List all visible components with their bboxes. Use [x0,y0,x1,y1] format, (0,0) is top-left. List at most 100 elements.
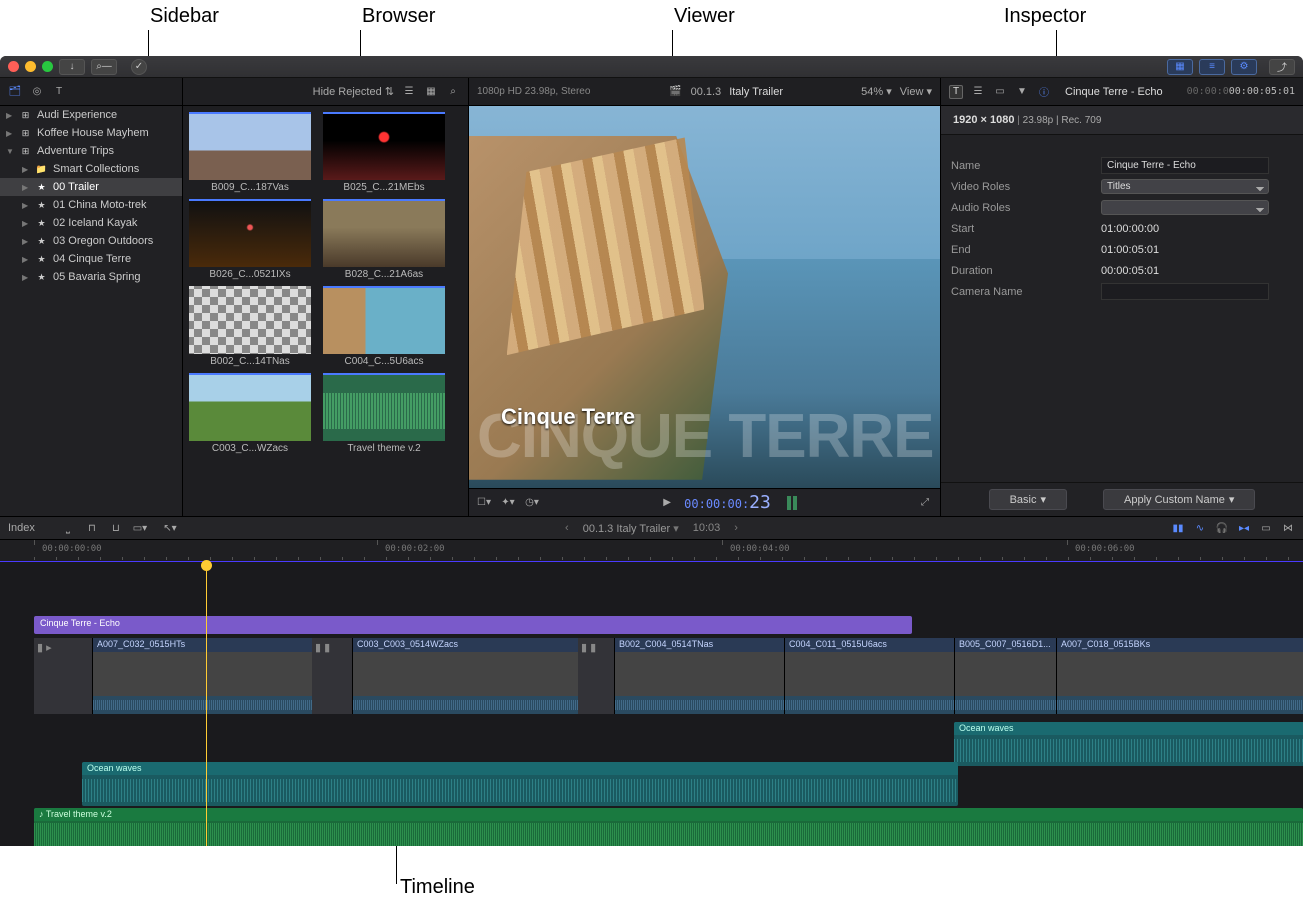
disclosure-icon[interactable]: ▶ [22,255,30,264]
video-roles-select[interactable]: Titles [1101,179,1269,194]
video-clip[interactable]: A007_C018_0515BKs [1056,638,1303,714]
clip-thumbnail[interactable] [189,199,311,267]
search-icon[interactable]: ⌕ [446,85,460,99]
sidebar-item-koffee-house-mayhem[interactable]: ▶⊞Koffee House Mayhem [0,124,182,142]
show-browser-button[interactable]: ▦ [1167,59,1193,75]
browser-clip[interactable]: B009_C...187Vas [189,112,311,193]
video-clip[interactable]: C003_C003_0514WZacs [352,638,578,714]
video-clip[interactable]: A007_C032_0515HTs [92,638,312,714]
tool-menu[interactable]: ↖▾ [163,521,177,535]
share-button[interactable]: ⤴ [1269,59,1295,75]
clip-thumbnail[interactable] [189,112,311,180]
sidebar-item-03-oregon-outdoors[interactable]: ▶★03 Oregon Outdoors [0,232,182,250]
audio-clip-ocean-2[interactable]: Ocean waves [82,762,958,806]
viewer-timecode[interactable]: 00:00:00:23 [684,492,771,513]
filter-menu[interactable]: Hide Rejected ⇅ [313,85,394,98]
index-button[interactable]: Index [8,522,35,534]
clip-appearance-button[interactable]: ☰ [402,85,416,99]
share-inspector-icon[interactable]: ▼ [1015,85,1029,99]
disclosure-icon[interactable]: ▶ [6,111,14,120]
show-inspector-button[interactable]: ⚙ [1231,59,1257,75]
close-window-button[interactable] [8,61,19,72]
clip-thumbnail[interactable] [323,199,445,267]
disclosure-icon[interactable]: ▶ [6,129,14,138]
clip-thumbnail[interactable] [189,286,311,354]
audio-roles-select[interactable] [1101,200,1269,215]
sidebar-item-02-iceland-kayak[interactable]: ▶★02 Iceland Kayak [0,214,182,232]
timeline-ruler[interactable]: 00:00:00:0000:00:02:0000:00:04:0000:00:0… [0,540,1303,562]
effects-button[interactable]: ▭ [1259,521,1273,535]
name-input[interactable] [1101,157,1269,174]
browser-clip[interactable]: C003_C...WZacs [189,373,311,454]
disclosure-icon[interactable]: ▶ [22,201,30,210]
info-inspector-icon[interactable]: ⓘ [1037,85,1051,99]
disclosure-icon[interactable]: ▶ [22,165,30,174]
gap-clip[interactable]: ▮ ▸ [34,638,92,714]
audio-skimming-button[interactable]: ∿ [1193,521,1207,535]
keyword-button[interactable]: ⌕— [91,59,117,75]
view-menu[interactable]: View ▾ [900,85,932,98]
sidebar-item-00-trailer[interactable]: ▶★00 Trailer [0,178,182,196]
browser-clip[interactable]: B028_C...21A6as [323,199,445,280]
audio-clip-ocean-1[interactable]: Ocean waves [954,722,1303,766]
disclosure-icon[interactable]: ▶ [22,237,30,246]
clip-thumbnail[interactable] [189,373,311,441]
video-clip[interactable]: C004_C011_0515U6acs [784,638,954,714]
disclosure-icon[interactable]: ▼ [6,147,14,156]
skimming-button[interactable]: ▮▮ [1171,521,1185,535]
minimize-window-button[interactable] [25,61,36,72]
clip-thumbnail[interactable] [323,286,445,354]
sidebar-item-adventure-trips[interactable]: ▼⊞Adventure Trips [0,142,182,160]
transform-menu[interactable]: ☐▾ [477,496,491,510]
browser-clip[interactable]: Travel theme v.2 [323,373,445,454]
browser-clip[interactable]: B026_C...0521IXs [189,199,311,280]
clip-thumbnail[interactable] [323,373,445,441]
viewer-canvas[interactable]: CINQUE TERRE Cinque Terre [469,106,940,488]
timeline[interactable]: 00:00:00:0000:00:02:0000:00:04:0000:00:0… [0,540,1303,846]
snapping-button[interactable]: ▸◂ [1237,521,1251,535]
timeline-title[interactable]: ‹ 00.1.3 Italy Trailer ▾ 10:03 › [565,522,738,535]
browser-clip[interactable]: C004_C...5U6acs [323,286,445,367]
import-button[interactable]: ↓ [59,59,85,75]
browser-clip[interactable]: B002_C...14TNas [189,286,311,367]
text-inspector-icon[interactable]: T [949,85,963,99]
titles-icon[interactable]: T [52,85,66,99]
transitions-button[interactable]: ⋈ [1281,521,1295,535]
library-icon[interactable]: 🗂 [8,85,22,99]
gap-clip[interactable]: ▮ ▮ [578,638,614,714]
show-timeline-button[interactable]: ≡ [1199,59,1225,75]
title-clip[interactable]: Cinque Terre - Echo [34,616,912,634]
metadata-view-menu[interactable]: Basic ▾ [989,489,1067,510]
zoom-menu[interactable]: 54% ▾ [861,85,892,98]
music-clip[interactable]: ♪ Travel theme v.2 [34,808,1303,846]
retime-menu[interactable]: ◷▾ [525,496,539,510]
video-clip[interactable]: B002_C004_0514TNas [614,638,784,714]
disclosure-icon[interactable]: ▶ [22,183,30,192]
sidebar-item-audi-experience[interactable]: ▶⊞Audi Experience [0,106,182,124]
sidebar-item-04-cinque-terre[interactable]: ▶★04 Cinque Terre [0,250,182,268]
disclosure-icon[interactable]: ▶ [22,273,30,282]
solo-button[interactable]: 🎧 [1215,521,1229,535]
connect-clip-button[interactable]: ⎵ [61,521,75,535]
clip-thumbnail[interactable] [323,112,445,180]
sidebar-item-01-china-moto-trek[interactable]: ▶★01 China Moto-trek [0,196,182,214]
enhance-menu[interactable]: ✦▾ [501,496,515,510]
fullscreen-button[interactable]: ⤢ [918,496,932,510]
generator-inspector-icon[interactable]: ▭ [993,85,1007,99]
play-button[interactable]: ▶ [660,496,674,510]
overwrite-clip-button[interactable]: ▭▾ [133,521,147,535]
apply-custom-name-menu[interactable]: Apply Custom Name ▾ [1103,489,1255,510]
append-clip-button[interactable]: ⊔ [109,521,123,535]
insert-clip-button[interactable]: ⊓ [85,521,99,535]
camera-name-input[interactable] [1101,283,1269,300]
video-inspector-icon[interactable]: ☰ [971,85,985,99]
playhead[interactable] [206,562,207,846]
disclosure-icon[interactable]: ▶ [22,219,30,228]
photos-icon[interactable]: ◎ [30,85,44,99]
background-tasks-button[interactable]: ✓ [131,59,147,75]
zoom-window-button[interactable] [42,61,53,72]
browser-clip[interactable]: B025_C...21MEbs [323,112,445,193]
timeline-tracks[interactable]: Cinque Terre - Echo ▮ ▸ A007_C032_0515HT… [0,562,1303,846]
group-button[interactable]: ▦ [424,85,438,99]
gap-clip[interactable]: ▮ ▮ [312,638,352,714]
